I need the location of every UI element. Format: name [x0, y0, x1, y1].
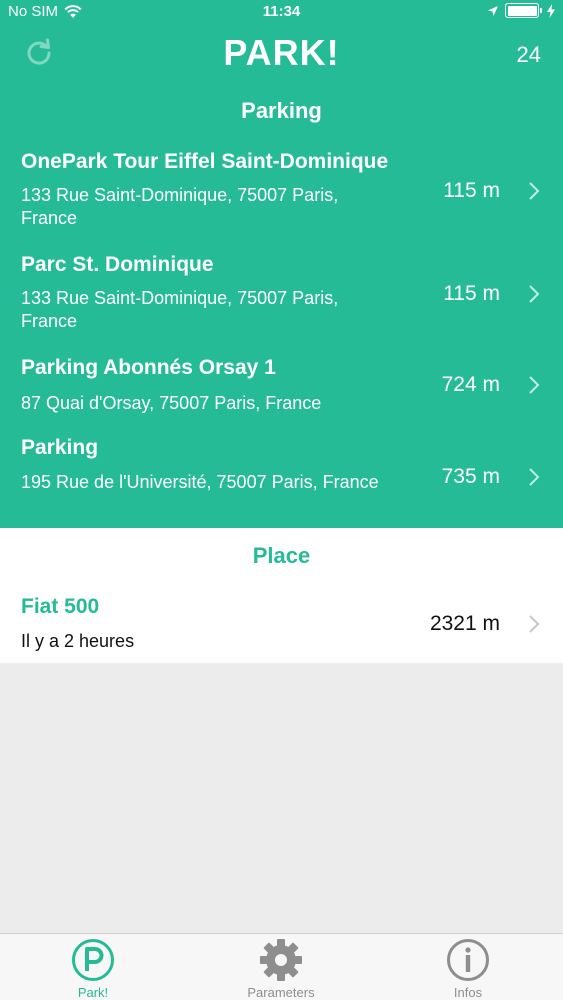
battery-icon [505, 3, 542, 18]
place-name: Fiat 500 [21, 595, 100, 618]
tab-label: Infos [453, 985, 483, 1000]
chevron-right-icon [529, 285, 540, 303]
charging-icon [547, 3, 555, 18]
place-row[interactable]: Fiat 500 Il y a 2 heures 2321 m [0, 595, 563, 659]
parking-section-title: Parking [241, 98, 322, 123]
parking-row[interactable]: Parking Abonnés Orsay 1 87 Quai d'Orsay,… [0, 356, 563, 420]
parking-row[interactable]: Parc St. Dominique 133 Rue Saint-Dominiq… [0, 253, 563, 341]
tab-park[interactable]: Park! [23, 934, 163, 1000]
parking-address: 195 Rue de l'Université, 75007 Paris, Fr… [21, 472, 379, 492]
parking-distance: 724 m [441, 373, 500, 396]
status-right [487, 3, 555, 18]
parking-icon [72, 939, 114, 981]
info-icon [447, 939, 489, 981]
location-arrow-icon [488, 5, 498, 16]
tab-parameters[interactable]: Parameters [211, 934, 351, 1000]
place-section-title: Place [252, 543, 311, 568]
chevron-right-icon [529, 615, 540, 633]
tab-bar: Park! Parameters Infos [0, 933, 563, 1000]
parking-address: 133 Rue Saint-Dominique, 75007 Paris, Fr… [21, 185, 339, 228]
parking-distance: 115 m [443, 282, 500, 305]
parking-name: Parc St. Dominique [21, 253, 214, 276]
parking-name: OnePark Tour Eiffel Saint-Dominique [21, 150, 389, 173]
parking-row[interactable]: Parking 195 Rue de l'Université, 75007 P… [0, 436, 563, 524]
gear-icon [260, 939, 302, 981]
parking-address: 133 Rue Saint-Dominique, 75007 Paris, Fr… [21, 288, 339, 331]
status-bar: No SIM 11:34 [0, 0, 563, 24]
parking-row[interactable]: OnePark Tour Eiffel Saint-Dominique 133 … [0, 150, 563, 238]
parking-name: Parking [21, 436, 99, 459]
place-time: Il y a 2 heures [21, 631, 135, 651]
parking-distance: 735 m [441, 465, 500, 488]
parking-distance: 115 m [443, 179, 500, 202]
parking-name: Parking Abonnés Orsay 1 [21, 356, 276, 379]
place-distance: 2321 m [429, 612, 500, 635]
nav-header: PARK! 24 [0, 24, 563, 88]
app-title: PARK! [223, 32, 340, 73]
tab-label: Park! [77, 985, 109, 1000]
count-label: 24 [516, 42, 541, 67]
parking-address: 87 Quai d'Orsay, 75007 Paris, France [21, 393, 322, 413]
chevron-right-icon [529, 376, 540, 394]
chevron-right-icon [529, 182, 540, 200]
tab-infos[interactable]: Infos [398, 934, 538, 1000]
status-time: 11:34 [262, 3, 301, 20]
chevron-right-icon [529, 468, 540, 486]
tab-label: Parameters [247, 985, 315, 1000]
